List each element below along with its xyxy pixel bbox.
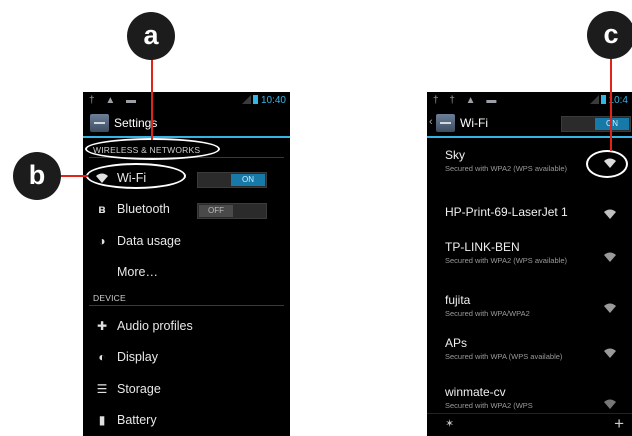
network-item[interactable]: fujita Secured with WPA/WPA2	[427, 291, 632, 325]
settings-app-icon[interactable]	[90, 114, 109, 132]
page-title: Wi-Fi	[460, 116, 488, 130]
settings-app-icon[interactable]	[436, 114, 455, 132]
settings-item-more[interactable]: More…	[83, 257, 290, 287]
highlight-ellipse-signal	[586, 150, 628, 178]
callout-line-a	[151, 58, 153, 140]
toggle-state: OFF	[199, 205, 233, 217]
network-name: HP-Print-69-LaserJet 1	[445, 205, 568, 219]
callout-line-c	[610, 59, 612, 151]
settings-item-label: More…	[117, 265, 158, 279]
settings-item-label: Storage	[117, 382, 161, 396]
settings-item-label: Battery	[117, 413, 157, 427]
battery-status-icon	[600, 95, 606, 104]
bluetooth-toggle[interactable]: OFF	[197, 203, 267, 219]
callout-b: b	[13, 152, 61, 200]
bluetooth-icon: ʙ	[98, 202, 106, 216]
wifi-toggle[interactable]: ON	[197, 172, 267, 188]
network-item[interactable]: APs Secured with WPA (WPS available)	[427, 334, 632, 378]
wps-icon[interactable]: ✶	[445, 417, 454, 430]
wifi-signal-icon	[604, 348, 616, 358]
network-security: Secured with WPA/WPA2	[445, 309, 530, 318]
callout-line-b	[60, 175, 88, 177]
audio-profiles-icon: ✚	[96, 319, 108, 333]
action-bar: Settings	[83, 110, 290, 138]
wifi-signal-icon	[604, 303, 616, 313]
settings-item-data-usage[interactable]: ◑ Data usage	[83, 226, 290, 256]
battery-status-icon	[252, 95, 258, 104]
network-name: winmate-cv	[445, 385, 506, 399]
network-name: TP-LINK-BEN	[445, 240, 520, 254]
network-name: fujita	[445, 293, 471, 307]
notification-icons: † ▲ ▬	[89, 95, 141, 106]
notification-icons: † † ▲ ▬	[433, 95, 501, 106]
settings-item-display[interactable]: ◐ Display	[83, 342, 290, 372]
signal-icon	[241, 95, 251, 104]
network-security: Secured with WPA2 (WPS available)	[445, 164, 567, 173]
wifi-screen: † † ▲ ▬ 10:4 ‹ Wi-Fi ON Sky Secured with…	[427, 92, 632, 436]
back-chevron-icon[interactable]: ‹	[429, 116, 433, 128]
settings-item-battery[interactable]: ▮ Battery	[83, 405, 290, 435]
section-header-device: DEVICE	[93, 293, 126, 303]
clock: 10:40	[260, 95, 286, 106]
signal-icon	[589, 95, 599, 104]
wifi-signal-icon	[604, 209, 616, 219]
toggle-state: ON	[231, 174, 265, 186]
settings-item-audio-profiles[interactable]: ✚ Audio profiles	[83, 311, 290, 341]
network-security: Secured with WPA2 (WPS	[445, 401, 533, 410]
network-security: Secured with WPA2 (WPS available)	[445, 256, 567, 265]
status-right: 10:40	[241, 95, 286, 106]
network-security: Secured with WPA (WPS available)	[445, 352, 563, 361]
settings-item-storage[interactable]: ☰ Storage	[83, 374, 290, 404]
add-network-icon[interactable]: +	[614, 414, 624, 434]
storage-icon: ☰	[96, 382, 108, 396]
status-bar: † ▲ ▬ 10:40	[83, 92, 290, 110]
network-name: Sky	[445, 148, 466, 162]
settings-item-label: Data usage	[117, 234, 181, 248]
toggle-state: ON	[595, 118, 629, 130]
wifi-signal-icon	[604, 399, 616, 409]
status-right: 10:4	[589, 95, 628, 106]
settings-item-label: Audio profiles	[117, 319, 193, 333]
wifi-master-toggle[interactable]: ON	[561, 116, 631, 132]
status-bar: † † ▲ ▬ 10:4	[427, 92, 632, 110]
callout-a: a	[127, 12, 175, 60]
network-name: APs	[445, 336, 468, 350]
wifi-signal-icon	[604, 252, 616, 262]
battery-icon: ▮	[98, 413, 106, 427]
display-icon: ◐	[98, 350, 106, 364]
action-bar: ‹ Wi-Fi ON	[427, 110, 632, 138]
network-item[interactable]: winmate-cv Secured with WPA2 (WPS	[427, 383, 632, 413]
section-divider	[89, 305, 284, 306]
settings-item-bluetooth[interactable]: ʙ Bluetooth OFF	[83, 194, 290, 224]
network-item[interactable]: TP-LINK-BEN Secured with WPA2 (WPS avail…	[427, 238, 632, 282]
highlight-ellipse-wifi	[86, 163, 186, 189]
settings-item-label: Display	[117, 350, 158, 364]
network-item[interactable]: HP-Print-69-LaserJet 1	[427, 202, 632, 232]
callout-c: c	[587, 11, 632, 59]
bottom-action-bar: ✶ +	[427, 413, 632, 436]
data-usage-icon: ◑	[98, 234, 106, 248]
settings-item-label: Bluetooth	[117, 202, 170, 216]
highlight-ellipse-section	[85, 138, 220, 160]
